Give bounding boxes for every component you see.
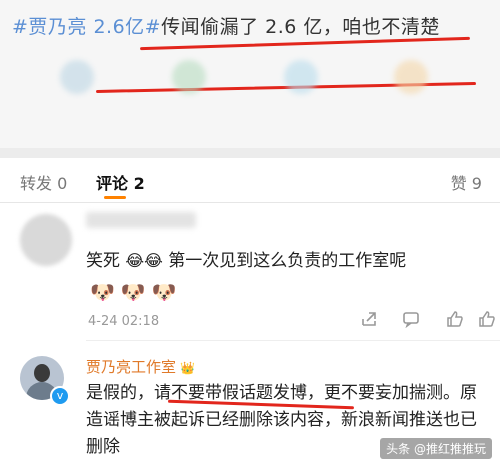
watermark: 头条 @推红推推玩 [380,438,492,459]
like-count-icon[interactable] [478,310,496,332]
post-text: 传闻偷漏了 2.6 亿，咱也不清楚 [161,16,440,38]
hashtag-link[interactable]: #贾乃亮 2.6亿# [12,16,161,38]
post-content: #贾乃亮 2.6亿#传闻偷漏了 2.6 亿，咱也不清楚 [12,12,440,39]
comment-timestamp: 4-24 02:18 [88,314,160,329]
active-tab-indicator [104,196,126,199]
comment-text: 笑死 😂😂 第一次见到这么负责的工作室呢 [86,246,406,271]
tab-comment[interactable]: 评论 2 [96,170,145,194]
section-separator [0,148,500,158]
share-icon[interactable] [360,310,378,332]
laughing-emoji-icon: 😂😂 [125,251,163,270]
comment-author[interactable]: 贾乃亮工作室 👑 [86,356,195,377]
blurred-username [86,212,196,228]
comment-text-start: 笑死 [86,251,120,271]
blurred-icon [60,60,94,94]
tab-like[interactable]: 赞 9 [451,170,482,194]
like-icon[interactable] [446,310,464,332]
interaction-tabs: 转发 0 评论 2 赞 9 [0,158,500,203]
post-area: #贾乃亮 2.6亿#传闻偷漏了 2.6 亿，咱也不清楚 [0,0,500,148]
comment-text-end: 第一次见到这么负责的工作室呢 [168,251,407,271]
blurred-icon [172,60,206,94]
author-name[interactable]: 贾乃亮工作室 [86,358,176,376]
comment-divider [86,340,500,341]
doge-emoji-icon: 🐶🐶🐶 [90,280,183,304]
verified-badge-icon: v [50,386,70,406]
blurred-icon [394,60,428,94]
comment-icon[interactable] [402,310,420,332]
crown-badge-icon: 👑 [180,361,195,375]
tab-repost[interactable]: 转发 0 [20,170,67,194]
avatar[interactable] [20,214,72,266]
blurred-icon [284,60,318,94]
